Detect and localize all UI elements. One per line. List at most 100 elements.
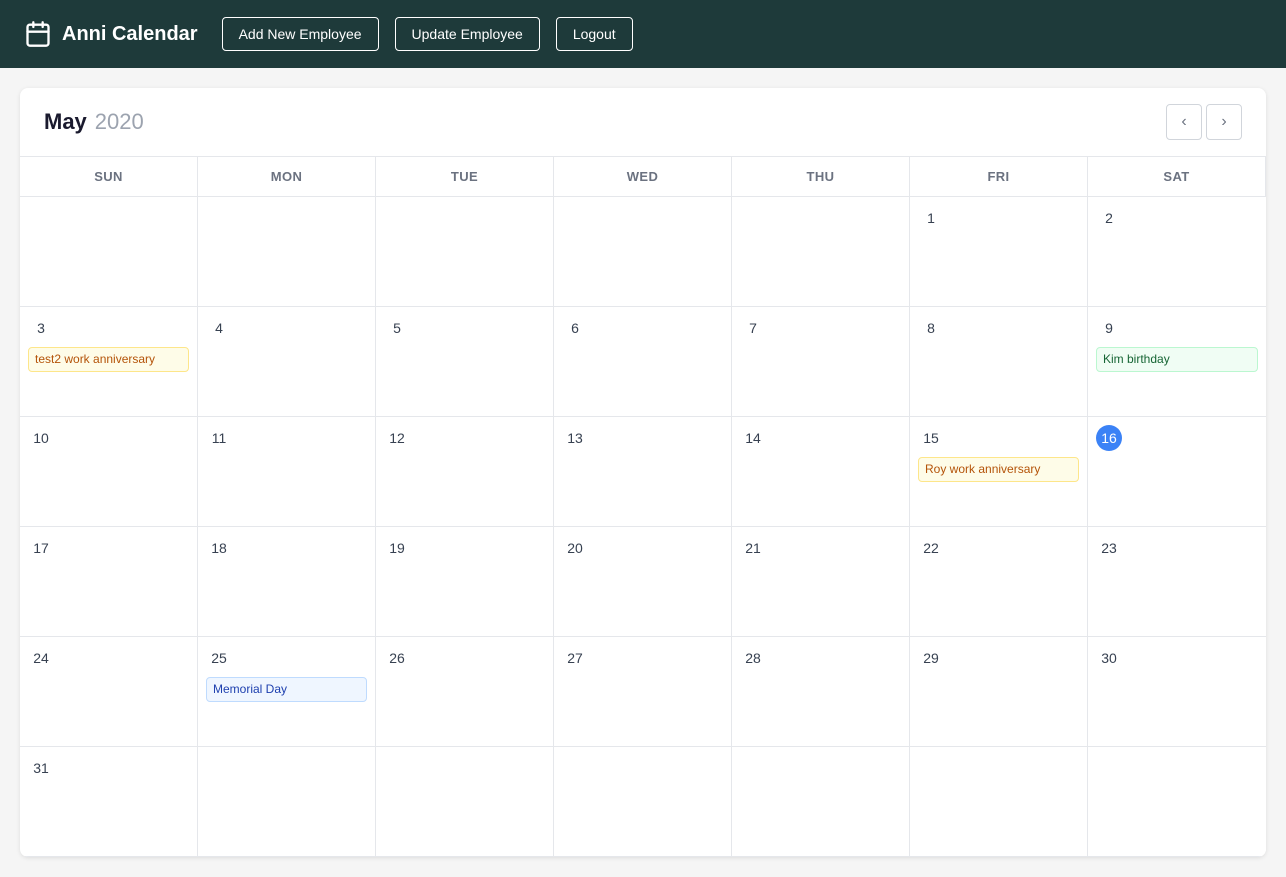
date-number: 29 xyxy=(918,645,944,671)
cal-cell-empty xyxy=(554,747,732,857)
cal-cell-13: 13 xyxy=(554,417,732,527)
cal-cell-29: 29 xyxy=(910,637,1088,747)
app-logo: Anni Calendar xyxy=(24,20,198,48)
cal-cell-empty xyxy=(376,197,554,307)
date-number: 7 xyxy=(740,315,766,341)
cal-cell-26: 26 xyxy=(376,637,554,747)
event-roy-anniversary[interactable]: Roy work anniversary xyxy=(918,457,1079,482)
cal-cell-28: 28 xyxy=(732,637,910,747)
cal-cell-15: 15 Roy work anniversary xyxy=(910,417,1088,527)
date-number: 20 xyxy=(562,535,588,561)
day-header-wed: WED xyxy=(554,157,732,197)
cal-cell-empty xyxy=(910,747,1088,857)
date-number: 14 xyxy=(740,425,766,451)
date-number: 27 xyxy=(562,645,588,671)
date-number: 17 xyxy=(28,535,54,561)
date-number: 21 xyxy=(740,535,766,561)
prev-month-button[interactable]: ‹ xyxy=(1166,104,1202,140)
cal-cell-9: 9 Kim birthday xyxy=(1088,307,1266,417)
cal-cell-31: 31 xyxy=(20,747,198,857)
day-header-tue: TUE xyxy=(376,157,554,197)
next-month-button[interactable]: › xyxy=(1206,104,1242,140)
date-number: 30 xyxy=(1096,645,1122,671)
calendar-year: 2020 xyxy=(95,109,144,135)
cal-cell-27: 27 xyxy=(554,637,732,747)
add-employee-button[interactable]: Add New Employee xyxy=(222,17,379,51)
cal-cell-14: 14 xyxy=(732,417,910,527)
date-number: 13 xyxy=(562,425,588,451)
date-number: 6 xyxy=(562,315,588,341)
cal-cell-3: 3 test2 work anniversary xyxy=(20,307,198,417)
date-number: 1 xyxy=(918,205,944,231)
date-number: 31 xyxy=(28,755,54,781)
date-number: 15 xyxy=(918,425,944,451)
cal-cell-6: 6 xyxy=(554,307,732,417)
cal-cell-12: 12 xyxy=(376,417,554,527)
cal-cell-1: 1 xyxy=(910,197,1088,307)
date-number: 22 xyxy=(918,535,944,561)
app-header: Anni Calendar Add New Employee Update Em… xyxy=(0,0,1286,68)
cal-cell-empty xyxy=(376,747,554,857)
cal-cell-empty xyxy=(732,197,910,307)
date-number: 23 xyxy=(1096,535,1122,561)
cal-cell-20: 20 xyxy=(554,527,732,637)
date-number: 8 xyxy=(918,315,944,341)
date-number: 3 xyxy=(28,315,54,341)
date-number-today: 16 xyxy=(1096,425,1122,451)
cal-cell-empty xyxy=(198,197,376,307)
update-employee-button[interactable]: Update Employee xyxy=(395,17,540,51)
date-number: 11 xyxy=(206,425,232,451)
date-number: 24 xyxy=(28,645,54,671)
cal-cell-24: 24 xyxy=(20,637,198,747)
date-number: 2 xyxy=(1096,205,1122,231)
cal-cell-empty xyxy=(198,747,376,857)
cal-cell-8: 8 xyxy=(910,307,1088,417)
calendar-title: May 2020 xyxy=(44,109,144,135)
day-header-mon: MON xyxy=(198,157,376,197)
calendar-container: May 2020 ‹ › SUN MON TUE WED THU FRI SAT… xyxy=(20,88,1266,857)
date-number: 26 xyxy=(384,645,410,671)
event-kim-birthday[interactable]: Kim birthday xyxy=(1096,347,1258,372)
date-number: 18 xyxy=(206,535,232,561)
cal-cell-23: 23 xyxy=(1088,527,1266,637)
date-number: 28 xyxy=(740,645,766,671)
day-header-sat: SAT xyxy=(1088,157,1266,197)
date-number: 25 xyxy=(206,645,232,671)
calendar-month: May xyxy=(44,109,87,135)
cal-cell-11: 11 xyxy=(198,417,376,527)
cal-cell-empty xyxy=(1088,747,1266,857)
cal-cell-25: 25 Memorial Day xyxy=(198,637,376,747)
day-header-fri: FRI xyxy=(910,157,1088,197)
cal-cell-30: 30 xyxy=(1088,637,1266,747)
date-number: 19 xyxy=(384,535,410,561)
date-number: 10 xyxy=(28,425,54,451)
date-number: 9 xyxy=(1096,315,1122,341)
date-number: 4 xyxy=(206,315,232,341)
cal-cell-19: 19 xyxy=(376,527,554,637)
cal-cell-10: 10 xyxy=(20,417,198,527)
logout-button[interactable]: Logout xyxy=(556,17,633,51)
date-number: 5 xyxy=(384,315,410,341)
day-header-sun: SUN xyxy=(20,157,198,197)
event-test2-anniversary[interactable]: test2 work anniversary xyxy=(28,347,189,372)
cal-cell-empty xyxy=(554,197,732,307)
calendar-icon xyxy=(24,20,52,48)
event-memorial-day[interactable]: Memorial Day xyxy=(206,677,367,702)
cal-cell-4: 4 xyxy=(198,307,376,417)
cal-cell-7: 7 xyxy=(732,307,910,417)
cal-cell-21: 21 xyxy=(732,527,910,637)
cal-cell-5: 5 xyxy=(376,307,554,417)
cal-cell-empty xyxy=(732,747,910,857)
calendar-grid: SUN MON TUE WED THU FRI SAT 1 2 3 test2 … xyxy=(20,157,1266,857)
cal-cell-22: 22 xyxy=(910,527,1088,637)
app-title: Anni Calendar xyxy=(62,23,198,46)
cal-cell-empty xyxy=(20,197,198,307)
date-number: 12 xyxy=(384,425,410,451)
calendar-navigation: ‹ › xyxy=(1166,104,1242,140)
cal-cell-16: 16 xyxy=(1088,417,1266,527)
day-header-thu: THU xyxy=(732,157,910,197)
cal-cell-2: 2 xyxy=(1088,197,1266,307)
cal-cell-17: 17 xyxy=(20,527,198,637)
cal-cell-18: 18 xyxy=(198,527,376,637)
calendar-header: May 2020 ‹ › xyxy=(20,88,1266,157)
